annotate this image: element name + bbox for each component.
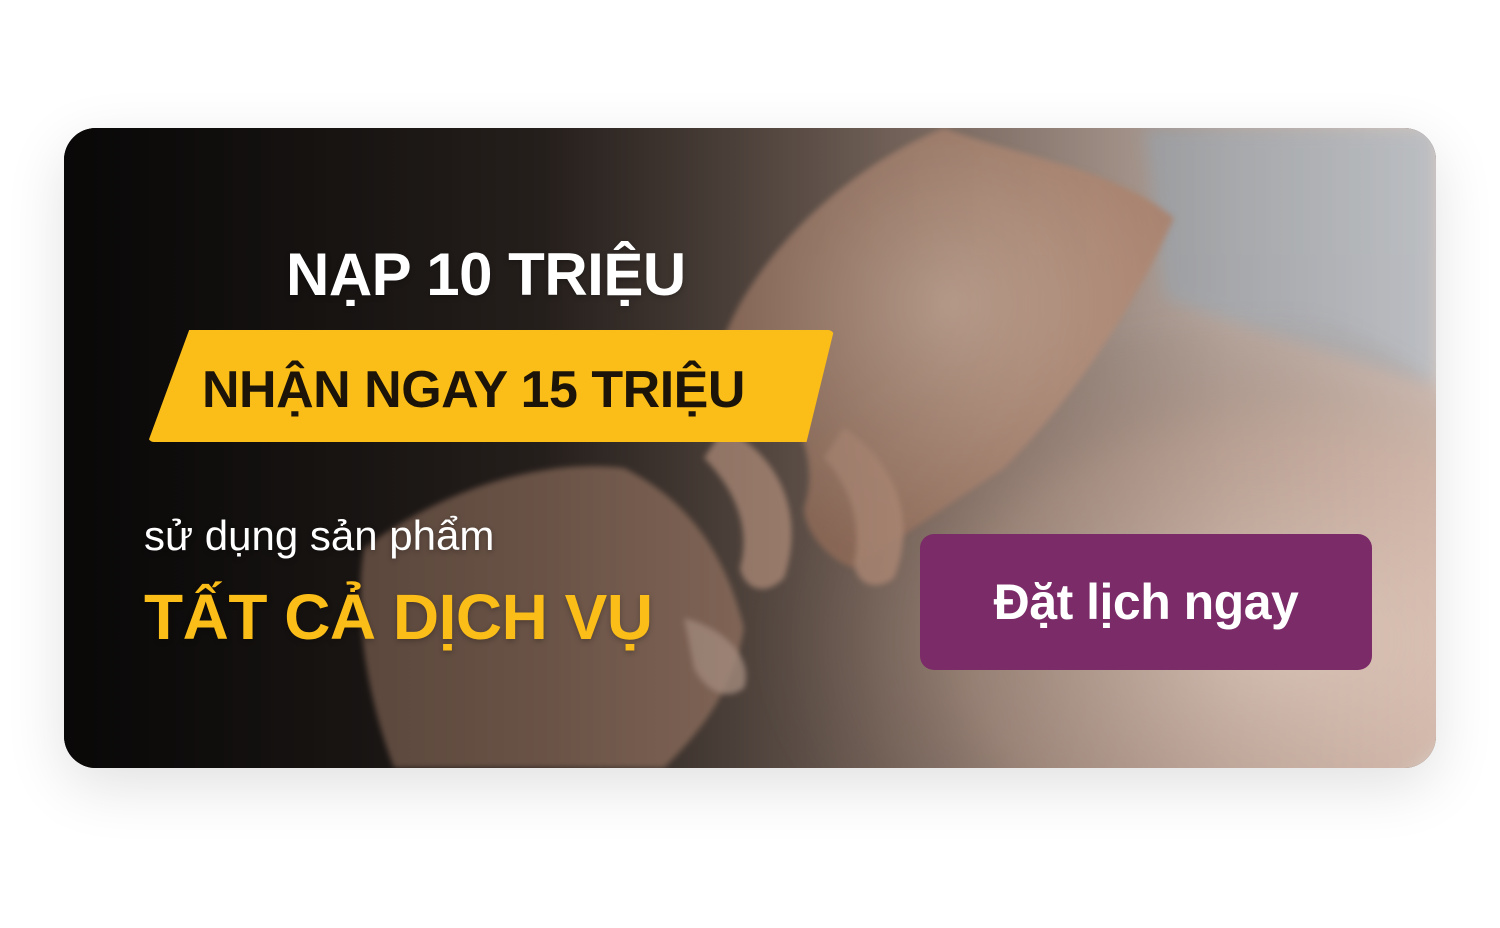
promo-banner[interactable]: NẠP 10 TRIỆU NHẬN NGAY 15 TRIỆU sử dụng … — [64, 128, 1436, 768]
usage-subtext: sử dụng sản phẩm — [144, 512, 495, 559]
page: NẠP 10 TRIỆU NHẬN NGAY 15 TRIỆU sử dụng … — [0, 0, 1500, 928]
headline-deposit: NẠP 10 TRIỆU — [286, 241, 686, 308]
ribbon-bonus-text: NHẬN NGAY 15 TRIỆU — [202, 361, 745, 419]
massage-background-photo — [64, 128, 1436, 768]
all-services-text: TẤT CẢ DỊCH VỤ — [144, 581, 653, 653]
book-now-button[interactable]: Đặt lịch ngay — [920, 534, 1372, 670]
